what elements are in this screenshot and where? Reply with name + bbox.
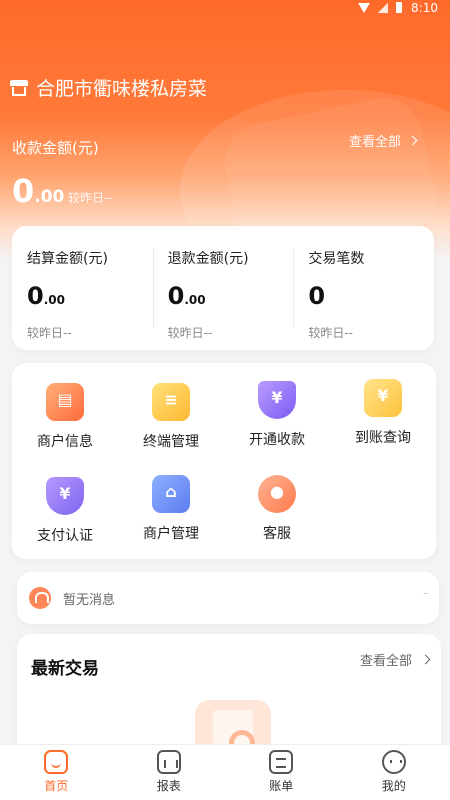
notice-text: 暂无消息 [63, 592, 116, 608]
stat-compare: 较昨日-- [167, 326, 213, 340]
view-all-label: 查看全部 [348, 135, 401, 150]
view-all-transactions-link[interactable]: 查看全部 [359, 650, 431, 669]
tab-bill[interactable]: 账单 [225, 745, 338, 800]
status-bar: 8:10 [0, 0, 450, 16]
function-payment-auth[interactable]: ¥ 支付认证 [12, 477, 118, 545]
function-shop-manage[interactable]: ⌂ 商户管理 [118, 475, 224, 543]
function-merchant-info[interactable]: ▤ 商户信息 [12, 383, 118, 451]
battery-icon [396, 2, 402, 13]
tab-label: 首页 [44, 779, 69, 793]
tab-label: 账单 [269, 779, 294, 793]
stat-label: 退款金额(元) [167, 251, 249, 267]
function-terminal[interactable]: ≡ 终端管理 [118, 383, 224, 451]
function-label: 商户管理 [143, 526, 199, 542]
stat-label: 结算金额(元) [27, 251, 108, 267]
tab-report[interactable]: 报表 [113, 745, 226, 800]
amount-title: 收款金额(元) [12, 139, 99, 157]
notice-extra: – [423, 586, 429, 600]
function-label: 开通收款 [249, 432, 305, 448]
function-label: 支付认证 [37, 528, 93, 544]
store-name[interactable]: 合肥市衢味楼私房菜 [10, 74, 207, 101]
function-customer-service[interactable]: ● 客服 [224, 475, 330, 543]
section-title: 最新交易 [31, 659, 99, 679]
stat-value: 0 [308, 282, 326, 310]
function-open-payment[interactable]: ¥ 开通收款 [224, 381, 330, 449]
function-label: 商户信息 [37, 434, 93, 450]
view-all-amount-link[interactable]: 查看全部 [348, 131, 418, 150]
arrival-query-icon: ¥ [364, 379, 402, 417]
received-amount: 0.00 [12, 172, 65, 210]
bottom-tab-bar: 首页 报表 账单 我的 [0, 744, 450, 800]
profile-icon [381, 750, 406, 774]
function-arrival-query[interactable]: ¥ 到账查询 [330, 379, 436, 447]
stat-value: 0.00 [27, 282, 65, 310]
home-icon [44, 750, 69, 774]
terminal-icon: ≡ [152, 383, 190, 421]
view-all-label: 查看全部 [359, 654, 412, 669]
function-label: 客服 [263, 526, 291, 542]
function-grid: ▤ 商户信息 ≡ 终端管理 ¥ 开通收款 ¥ 到账查询 ¥ 支付认证 ⌂ 商户管… [12, 363, 436, 559]
store-name-label: 合肥市衢味楼私房菜 [36, 78, 208, 100]
report-icon [156, 750, 181, 774]
bell-icon [29, 587, 51, 609]
open-payment-icon: ¥ [258, 381, 296, 419]
chevron-right-icon [420, 654, 431, 665]
shop-manage-icon: ⌂ [152, 475, 190, 513]
stat-refund[interactable]: 退款金额(元) 0.00 较昨日-- [152, 226, 294, 350]
stats-card: 结算金额(元) 0.00 较昨日-- 退款金额(元) 0.00 较昨日-- 交易… [12, 226, 434, 350]
function-label: 终端管理 [143, 434, 199, 450]
customer-service-icon: ● [258, 475, 296, 513]
bill-icon [269, 750, 294, 774]
amount-compare: 较昨日-- [68, 191, 113, 205]
stat-transactions[interactable]: 交易笔数 0 较昨日-- [293, 226, 434, 350]
tab-label: 报表 [156, 779, 181, 793]
signal-icon [378, 2, 388, 13]
stat-label: 交易笔数 [308, 251, 365, 267]
tab-profile[interactable]: 我的 [338, 745, 450, 800]
status-icons [358, 2, 402, 13]
store-icon [10, 79, 28, 96]
stat-compare: 较昨日-- [308, 326, 354, 340]
header-background [0, 0, 450, 260]
notice-bar[interactable]: 暂无消息 – [17, 572, 439, 624]
stat-compare: 较昨日-- [27, 326, 72, 340]
status-time: 8:10 [411, 1, 438, 15]
chevron-right-icon [407, 135, 418, 146]
stat-settlement[interactable]: 结算金额(元) 0.00 较昨日-- [12, 226, 153, 350]
merchant-info-icon: ▤ [46, 383, 84, 421]
function-label: 到账查询 [355, 430, 411, 446]
tab-home[interactable]: 首页 [0, 745, 113, 800]
wifi-icon [358, 2, 370, 13]
stat-value: 0.00 [167, 282, 206, 310]
tab-label: 我的 [381, 779, 406, 793]
payment-auth-icon: ¥ [46, 477, 84, 515]
